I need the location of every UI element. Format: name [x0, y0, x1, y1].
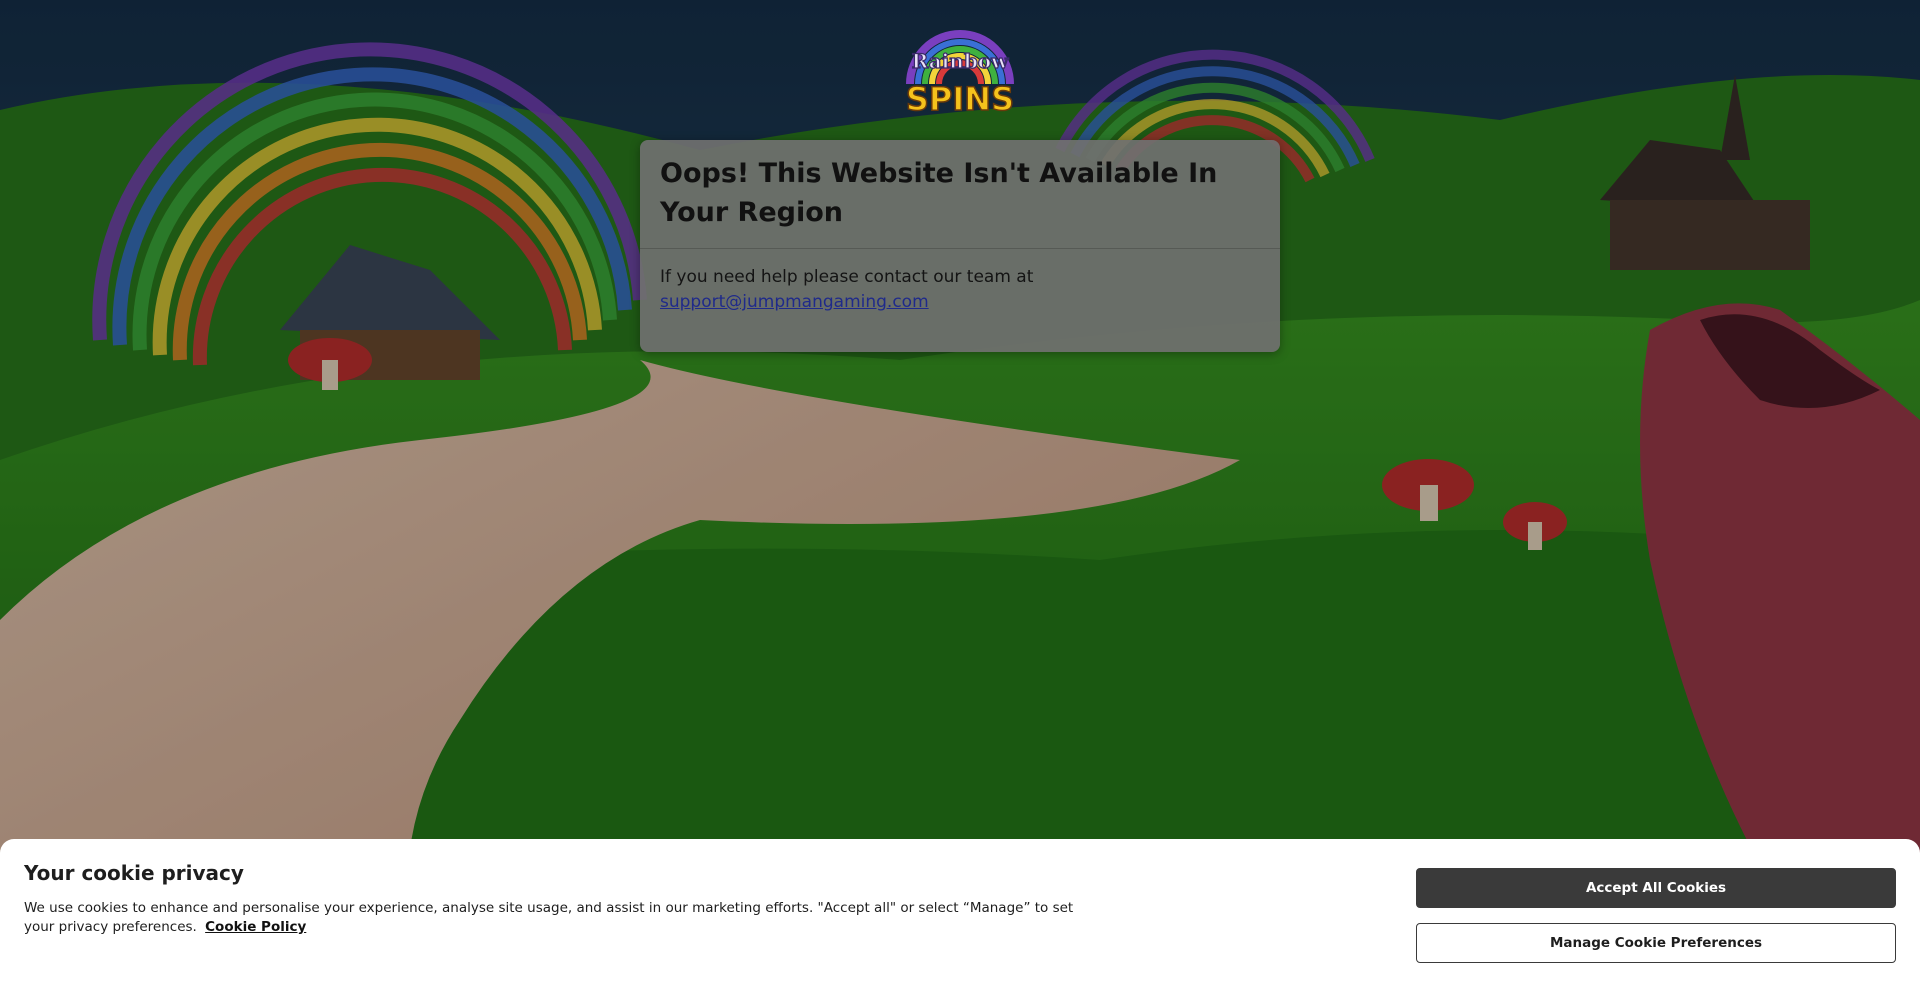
cookie-description: We use cookies to enhance and personalis… [24, 900, 1074, 935]
cookie-banner-text: We use cookies to enhance and personalis… [24, 899, 1074, 937]
accept-all-cookies-button[interactable]: Accept All Cookies [1416, 868, 1896, 908]
cookie-banner-title: Your cookie privacy [24, 861, 244, 885]
modal-message: If you need help please contact our team… [660, 267, 1034, 287]
modal-title: Oops! This Website Isn't Available In Yo… [640, 140, 1280, 249]
manage-cookie-preferences-button[interactable]: Manage Cookie Preferences [1416, 923, 1896, 963]
support-email-link[interactable]: support@jumpmangaming.com [660, 292, 929, 312]
cookie-policy-link[interactable]: Cookie Policy [205, 919, 306, 935]
svg-text:Rainbow: Rainbow [912, 49, 1010, 73]
svg-text:SPINS: SPINS [906, 80, 1014, 118]
rainbow-spins-logo: Rainbow SPINS [892, 24, 1028, 120]
modal-body: If you need help please contact our team… [640, 249, 1280, 315]
cookie-banner: Your cookie privacy We use cookies to en… [0, 839, 1920, 993]
region-unavailable-modal: Oops! This Website Isn't Available In Yo… [640, 140, 1280, 352]
